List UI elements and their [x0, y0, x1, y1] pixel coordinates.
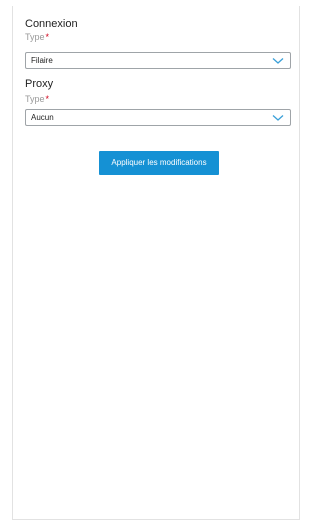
proxy-section-title: Proxy — [25, 78, 54, 90]
settings-panel: Connexion Type* Filaire Proxy Type* Aucu… — [12, 6, 300, 520]
proxy-type-select[interactable]: Aucun — [25, 109, 291, 126]
connexion-type-value: Filaire — [31, 56, 53, 65]
connexion-section-title: Connexion — [25, 18, 78, 30]
proxy-type-label-text: Type — [25, 94, 45, 104]
connexion-type-label: Type* — [25, 32, 49, 42]
proxy-type-label: Type* — [25, 94, 49, 104]
chevron-down-icon — [272, 58, 284, 64]
connexion-type-select[interactable]: Filaire — [25, 52, 291, 69]
proxy-type-value: Aucun — [31, 113, 54, 122]
connexion-type-label-text: Type — [25, 32, 45, 42]
chevron-down-icon — [272, 115, 284, 121]
required-marker: * — [45, 94, 50, 104]
required-marker: * — [45, 32, 50, 42]
apply-changes-button[interactable]: Appliquer les modifications — [99, 151, 219, 175]
